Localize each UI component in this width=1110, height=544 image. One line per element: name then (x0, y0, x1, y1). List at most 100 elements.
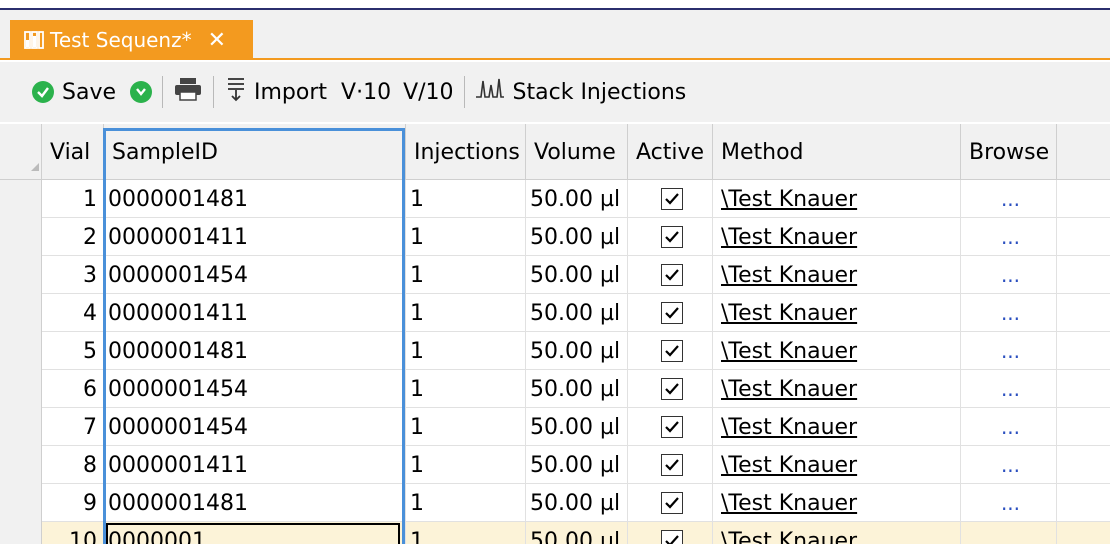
method-link[interactable]: \Test Knauer (713, 294, 961, 332)
table-row[interactable]: 7 0000001454 1 50.00 µl \Test Knauer... (0, 408, 1110, 446)
browse-button[interactable]: ... (961, 522, 1057, 544)
row-header[interactable] (0, 332, 42, 370)
column-header-sampleid[interactable]: SampleID (104, 124, 406, 180)
injections-cell[interactable]: 1 (406, 294, 526, 332)
volume-cell[interactable]: 50.00 µl (526, 180, 628, 218)
method-link[interactable]: \Test Knauer (713, 370, 961, 408)
active-checkbox[interactable] (661, 226, 683, 248)
active-checkbox[interactable] (661, 492, 683, 514)
injections-cell[interactable]: 1 (406, 408, 526, 446)
sampleid-cell[interactable]: 0000001454 (104, 408, 406, 446)
active-cell[interactable] (628, 256, 713, 294)
injections-cell[interactable]: 1 (406, 370, 526, 408)
import-button[interactable]: Import (224, 76, 327, 108)
table-row[interactable]: 5 0000001481 1 50.00 µl \Test Knauer... (0, 332, 1110, 370)
sampleid-cell[interactable]: 0000001411 (104, 218, 406, 256)
sampleid-cell[interactable]: 0000001481 (104, 484, 406, 522)
method-link[interactable]: \Test Knauer (713, 408, 961, 446)
sampleid-cell[interactable]: 0000001454 (104, 370, 406, 408)
table-row[interactable]: 9 0000001481 1 50.00 µl \Test Knauer... (0, 484, 1110, 522)
active-checkbox[interactable] (661, 302, 683, 324)
row-header[interactable] (0, 408, 42, 446)
column-header-method[interactable]: Method (713, 124, 961, 180)
table-row[interactable]: 3 0000001454 1 50.00 µl \Test Knauer... (0, 256, 1110, 294)
column-header-vial[interactable]: Vial (42, 124, 104, 180)
sampleid-cell[interactable]: 0000001481 (104, 180, 406, 218)
browse-button[interactable]: ... (961, 180, 1057, 218)
browse-button[interactable]: ... (961, 218, 1057, 256)
active-cell[interactable] (628, 446, 713, 484)
volume-cell[interactable]: 50.00 µl (526, 294, 628, 332)
active-cell[interactable] (628, 218, 713, 256)
row-header[interactable] (0, 218, 42, 256)
volume-cell[interactable]: 50.00 µl (526, 408, 628, 446)
row-header[interactable] (0, 180, 42, 218)
table-row[interactable]: 4 0000001411 1 50.00 µl \Test Knauer... (0, 294, 1110, 332)
browse-button[interactable]: ... (961, 484, 1057, 522)
select-all-corner[interactable] (0, 124, 42, 180)
active-checkbox[interactable] (661, 378, 683, 400)
browse-button[interactable]: ... (961, 370, 1057, 408)
column-header-injections[interactable]: Injections (406, 124, 526, 180)
save-as-button[interactable] (130, 81, 153, 103)
injections-cell[interactable]: 1 (406, 522, 526, 544)
browse-button[interactable]: ... (961, 446, 1057, 484)
row-header[interactable] (0, 256, 42, 294)
active-checkbox[interactable] (661, 454, 683, 476)
active-checkbox[interactable] (661, 416, 683, 438)
table-row[interactable]: 1 0000001481 1 50.00 µl \Test Knauer... (0, 180, 1110, 218)
active-checkbox[interactable] (661, 340, 683, 362)
browse-button[interactable]: ... (961, 294, 1057, 332)
active-cell[interactable] (628, 408, 713, 446)
method-link[interactable]: \Test Knauer (713, 446, 961, 484)
row-header[interactable] (0, 370, 42, 408)
row-header[interactable] (0, 522, 42, 544)
volume-cell[interactable]: 50.00 µl (526, 218, 628, 256)
table-row[interactable]: 2 0000001411 1 50.00 µl \Test Knauer... (0, 218, 1110, 256)
v-times-10-button[interactable]: V·10 (341, 80, 391, 105)
injections-cell[interactable]: 1 (406, 218, 526, 256)
stack-injections-button[interactable]: Stack Injections (475, 77, 686, 107)
active-cell[interactable] (628, 522, 713, 544)
method-link[interactable]: \Test Knauer (713, 256, 961, 294)
method-link[interactable]: \Test Knauer (713, 218, 961, 256)
injections-cell[interactable]: 1 (406, 484, 526, 522)
volume-cell[interactable]: 50.00 µl (526, 484, 628, 522)
browse-button[interactable]: ... (961, 256, 1057, 294)
active-cell[interactable] (628, 180, 713, 218)
print-button[interactable] (173, 77, 203, 107)
volume-cell[interactable]: 50.00 µl (526, 256, 628, 294)
method-link[interactable]: \Test Knauer (713, 484, 961, 522)
row-header[interactable] (0, 294, 42, 332)
sampleid-cell[interactable]: 0000001481 (104, 332, 406, 370)
injections-cell[interactable]: 1 (406, 332, 526, 370)
injections-cell[interactable]: 1 (406, 180, 526, 218)
method-link[interactable]: \Test Knauer (713, 332, 961, 370)
table-row[interactable]: 8 0000001411 1 50.00 µl \Test Knauer... (0, 446, 1110, 484)
save-button[interactable]: Save (32, 80, 116, 105)
injections-cell[interactable]: 1 (406, 446, 526, 484)
active-checkbox[interactable] (661, 264, 683, 286)
row-header[interactable] (0, 446, 42, 484)
column-header-volume[interactable]: Volume (526, 124, 628, 180)
row-header[interactable] (0, 484, 42, 522)
column-header-active[interactable]: Active (628, 124, 713, 180)
volume-cell[interactable]: 50.00 µl (526, 522, 628, 544)
column-header-browse[interactable]: Browse (961, 124, 1057, 180)
sampleid-cell[interactable]: 0000001 (104, 522, 406, 544)
active-checkbox[interactable] (661, 188, 683, 210)
sampleid-cell[interactable]: 0000001454 (104, 256, 406, 294)
sampleid-cell[interactable]: 0000001411 (104, 294, 406, 332)
sampleid-cell[interactable]: 0000001411 (104, 446, 406, 484)
volume-cell[interactable]: 50.00 µl (526, 332, 628, 370)
method-link[interactable]: \Test Knauer (713, 180, 961, 218)
v-divide-10-button[interactable]: V/10 (403, 80, 453, 105)
table-row[interactable]: 10 0000001 1 50.00 µl \Test Knauer... (0, 522, 1110, 544)
active-cell[interactable] (628, 332, 713, 370)
active-cell[interactable] (628, 484, 713, 522)
method-link[interactable]: \Test Knauer (713, 522, 961, 544)
active-cell[interactable] (628, 370, 713, 408)
browse-button[interactable]: ... (961, 332, 1057, 370)
browse-button[interactable]: ... (961, 408, 1057, 446)
volume-cell[interactable]: 50.00 µl (526, 446, 628, 484)
